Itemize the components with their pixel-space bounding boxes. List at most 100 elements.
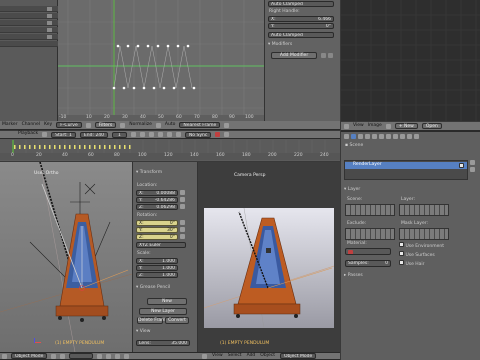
camera-viewport[interactable]: Camera Persp (1) EMPTY PENDULUM	[198, 162, 340, 352]
world-tab-icon[interactable]	[365, 134, 370, 139]
lock-icon[interactable]	[180, 234, 185, 239]
layers-icon[interactable]	[106, 353, 112, 359]
use-environment-checkbox[interactable]	[399, 242, 404, 247]
scene-tab-icon[interactable]	[358, 134, 363, 139]
scene-layer-grid[interactable]	[345, 204, 395, 216]
keyframe-type-icon[interactable]	[224, 132, 230, 137]
graph-header[interactable]: Marker Channel Key F-Curve Filters Norma…	[0, 121, 340, 130]
modifier-icon-b[interactable]	[328, 53, 333, 58]
lock-icons[interactable]	[180, 190, 186, 280]
key-menu[interactable]: Key	[44, 122, 52, 128]
material-override-field[interactable]	[345, 248, 391, 255]
camera-scene[interactable]	[204, 208, 334, 328]
timeline-track[interactable]	[0, 140, 340, 154]
channel-row[interactable]	[0, 20, 58, 26]
editor-type-icon[interactable]	[344, 123, 349, 129]
mask-layer-grid[interactable]	[399, 228, 449, 240]
location-z-field[interactable]: Z: 0.06298	[136, 204, 178, 210]
layers-icon[interactable]	[115, 353, 121, 359]
handle-type-select[interactable]: Auto Clamped	[268, 32, 334, 38]
view-menu[interactable]: View	[353, 123, 364, 129]
left-viewport[interactable]: User Ortho (1) EMPTY PENDULUM	[0, 162, 132, 352]
object-menu[interactable]: Object	[260, 353, 275, 359]
scale-z-field[interactable]: Z: 1.000	[136, 272, 178, 278]
transform-panel[interactable]: ▾ Transform Location: X: 0.00088 Y: -0.642…	[132, 162, 198, 352]
graph-curve-area[interactable]	[58, 0, 264, 121]
graph-properties-panel[interactable]: Auto Clamped Right Handle: X: 6.466 Y: 0…	[264, 0, 340, 121]
render-layer-row[interactable]: RenderLayer	[345, 162, 467, 169]
render-icon[interactable]	[124, 353, 130, 359]
timeline-header[interactable]: Playback Start: 1 End: 240 1 No Sync	[0, 131, 340, 139]
start-frame-field[interactable]: Start: 1	[51, 131, 76, 138]
use-environment-option[interactable]: Use Environment	[399, 242, 444, 250]
use-surfaces-option[interactable]: Use Surfaces	[399, 251, 435, 259]
scale-y-field[interactable]: Y: 1.000	[136, 265, 178, 271]
add-modifier-button[interactable]: Add Modifier	[271, 52, 317, 59]
lock-icon[interactable]	[180, 227, 185, 232]
modifiers-tab-icon[interactable]	[386, 134, 391, 139]
channel-row[interactable]	[0, 6, 58, 12]
open-image-button[interactable]: Open	[421, 123, 442, 129]
lock-icon[interactable]	[180, 204, 185, 209]
new-image-button[interactable]: + New	[394, 123, 418, 129]
grease-pencil-new-button[interactable]: New	[147, 298, 187, 305]
playback-menu[interactable]: Playback	[18, 132, 38, 137]
channel-row[interactable]	[0, 41, 58, 47]
curve-type-select[interactable]: F-Curve	[56, 122, 82, 128]
grease-pencil-header[interactable]: ▾ Grease Pencil	[136, 285, 170, 291]
properties-tabs[interactable]	[344, 134, 419, 139]
snap-icon[interactable]	[97, 353, 103, 359]
render-layers-tab-icon[interactable]	[351, 134, 356, 139]
editor-type-icon[interactable]	[2, 353, 7, 359]
jump-start-icon[interactable]	[130, 132, 136, 137]
constraints-tab-icon[interactable]	[379, 134, 384, 139]
timeline-editor[interactable]: Playback Start: 1 End: 240 1 No Sync 0 2…	[0, 131, 340, 161]
location-x-field[interactable]: X: 0.00088	[136, 190, 178, 196]
render-layer-list[interactable]: RenderLayer	[344, 160, 468, 180]
next-key-icon[interactable]	[166, 132, 172, 137]
use-hair-option[interactable]: Use Hair	[399, 260, 425, 268]
delete-frame-button[interactable]: Delete Frame	[137, 317, 168, 324]
modifier-icon-a[interactable]	[321, 53, 326, 58]
location-y-field[interactable]: Y: -0.64286	[136, 197, 178, 203]
auto-snap-label[interactable]: Auto	[165, 122, 175, 128]
data-tab-icon[interactable]	[393, 134, 398, 139]
add-icon[interactable]	[470, 160, 475, 165]
interpolation-mode-select[interactable]: Auto Clamped	[268, 1, 334, 7]
passes-panel-header[interactable]: ▸ Passes	[344, 273, 363, 279]
pivot-icon[interactable]	[60, 353, 66, 359]
editor-type-icon[interactable]	[202, 353, 207, 359]
modifiers-header[interactable]: ▾ Modifiers	[268, 42, 292, 48]
select-menu[interactable]: Select	[228, 353, 242, 359]
scale-x-field[interactable]: X: 1.000	[136, 258, 178, 264]
marker-menu[interactable]: Marker	[2, 122, 18, 128]
new-layer-button[interactable]: New Layer	[139, 308, 187, 315]
filter-icon[interactable]	[120, 122, 126, 128]
lock-icon[interactable]	[180, 190, 185, 195]
record-icon[interactable]	[215, 132, 221, 137]
image-browse-icon[interactable]	[385, 123, 391, 129]
render-layer-list-buttons[interactable]	[469, 160, 477, 190]
exclude-layer-grid[interactable]	[345, 228, 395, 240]
left-mode-select[interactable]: Object Mode	[11, 353, 48, 359]
pin-icon[interactable]	[85, 122, 91, 128]
jump-end-icon[interactable]	[175, 132, 181, 137]
right-mode-select[interactable]: Object Mode	[279, 353, 317, 359]
samples-field[interactable]: Samples: 0	[345, 260, 391, 267]
left-view-footer[interactable]: Object Mode	[0, 352, 198, 360]
add-menu[interactable]: Add	[247, 353, 256, 359]
particles-tab-icon[interactable]	[414, 134, 419, 139]
prev-key-icon[interactable]	[139, 132, 145, 137]
snap-mode-select[interactable]: Nearest Frame	[179, 122, 221, 128]
end-frame-field[interactable]: End: 240	[79, 131, 109, 138]
layer-panel-header[interactable]: ▾ Layer	[344, 187, 360, 193]
graph-editor[interactable]: -10 10 20 30 40 50 60 70 80 90 100 Auto …	[0, 0, 340, 121]
left-scene[interactable]	[0, 162, 132, 352]
convert-button[interactable]: Convert	[165, 317, 189, 324]
keying-set-icon[interactable]	[42, 132, 48, 137]
lens-field[interactable]: Lens: 35.000	[136, 340, 190, 346]
channel-row[interactable]	[0, 34, 58, 40]
properties-editor[interactable]: ▪ Scene RenderLayer ▾ Layer Scene: Layer…	[341, 131, 480, 360]
view-header[interactable]: ▾ View	[136, 329, 150, 335]
image-editor-header[interactable]: View Image + New Open	[341, 122, 480, 131]
